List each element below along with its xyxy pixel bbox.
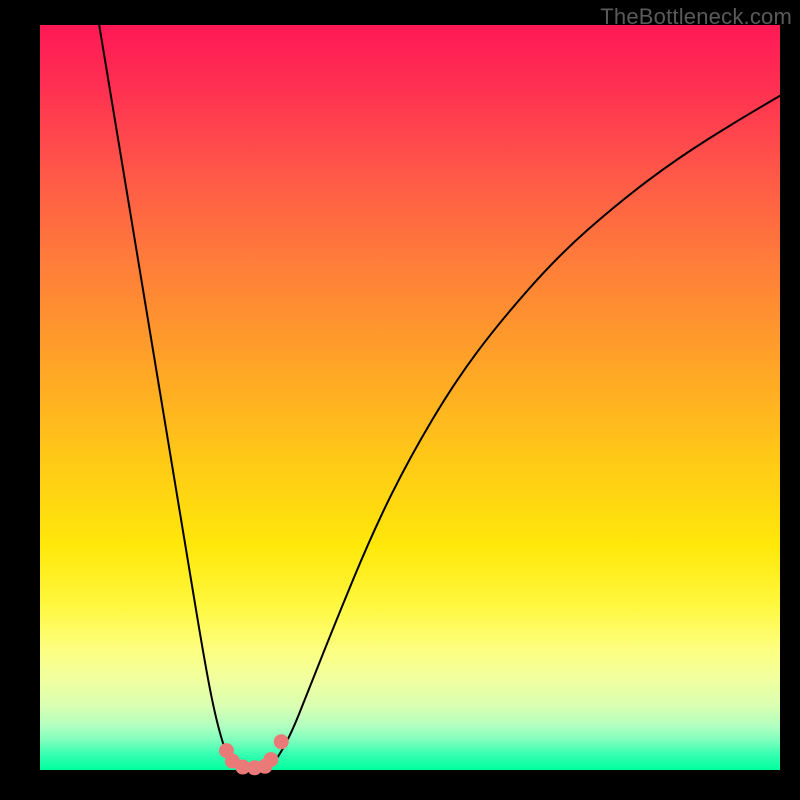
- trough-marker: [274, 734, 289, 749]
- chart-frame: TheBottleneck.com: [0, 0, 800, 800]
- trough-marker: [263, 752, 278, 767]
- curve-right-branch: [266, 96, 780, 768]
- curve-left-branch: [99, 25, 243, 768]
- watermark-text: TheBottleneck.com: [600, 4, 792, 30]
- plot-area: [40, 25, 780, 770]
- chart-svg: [40, 25, 780, 770]
